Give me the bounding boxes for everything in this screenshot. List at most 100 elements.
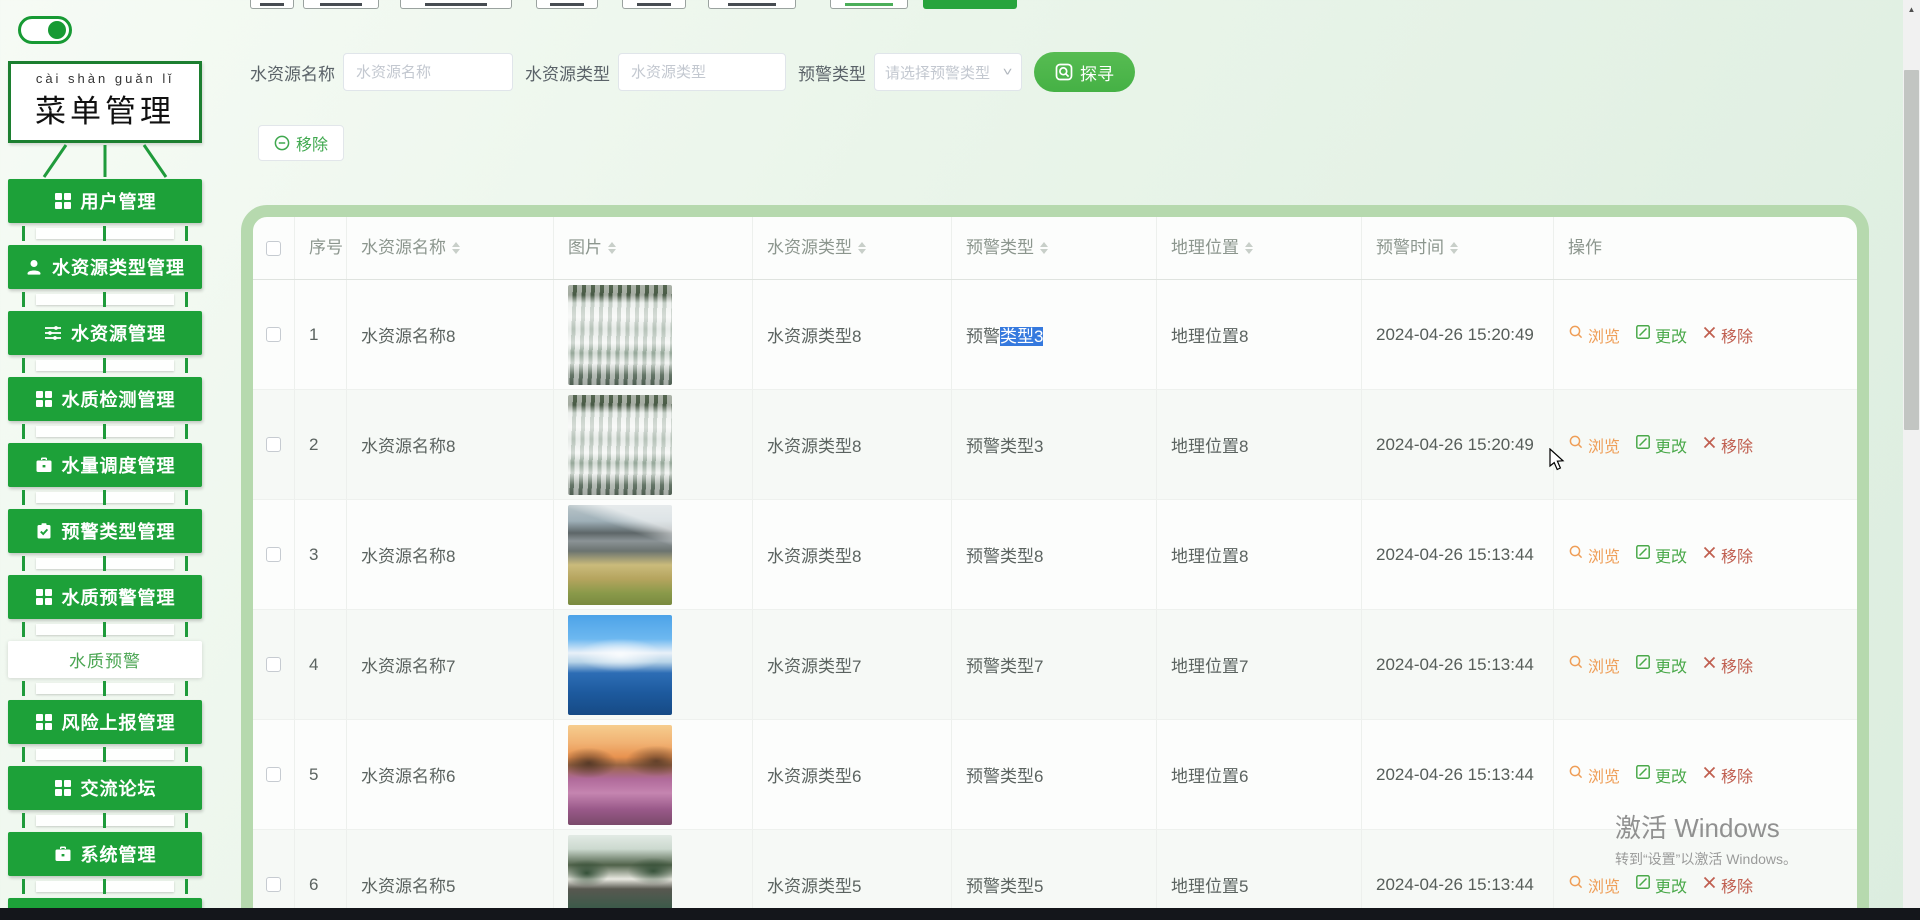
sort-icon[interactable] <box>608 242 616 254</box>
sidebar-item-label: 交流论坛 <box>80 779 157 799</box>
sunset-photo[interactable] <box>568 724 672 825</box>
sort-icon[interactable] <box>1040 242 1048 254</box>
sidebar-item-label: 水量调度管理 <box>61 456 176 476</box>
column-header-label: 预警时间 <box>1376 238 1444 258</box>
column-header[interactable]: 地理位置 <box>1157 217 1362 279</box>
batch-remove-button[interactable]: 移除 <box>258 125 345 161</box>
sidebar-item-7-active[interactable]: 水质预警 <box>8 641 202 678</box>
warning-type-select[interactable]: 请选择预警类型 ˅ <box>874 53 1022 91</box>
column-header[interactable]: 预警时间 <box>1362 217 1554 279</box>
search-button[interactable]: 探寻 <box>1034 52 1135 92</box>
sidebar-item-3[interactable]: 水质检测管理 <box>8 377 202 421</box>
sort-icon[interactable] <box>452 242 460 254</box>
warning-type-cell: 预警类型3 <box>966 437 1044 456</box>
column-header[interactable]: 预警类型 <box>952 217 1157 279</box>
row-number: 5 <box>309 764 319 784</box>
row-checkbox[interactable] <box>266 327 281 342</box>
sort-icon[interactable] <box>858 242 866 254</box>
search-button-label: 探寻 <box>1080 64 1114 84</box>
main-content: 水资源名称 水资源类型 预警类型 请选择预警类型 ˅ 探寻 移除 序号水资源名称… <box>210 0 1903 920</box>
close-icon <box>1702 435 1717 455</box>
vertical-scrollbar[interactable]: ▲ <box>1903 0 1920 920</box>
edit-icon <box>1635 764 1651 785</box>
view-link[interactable]: 浏览 <box>1568 873 1620 897</box>
sidebar-item-2[interactable]: 水资源管理 <box>8 311 202 355</box>
view-link[interactable]: 浏览 <box>1568 543 1620 567</box>
remove-link[interactable]: 移除 <box>1702 653 1753 677</box>
sort-icon[interactable] <box>1450 242 1458 254</box>
edit-link[interactable]: 更改 <box>1635 543 1687 567</box>
select-placeholder: 请选择预警类型 <box>885 64 991 82</box>
warning-time-cell: 2024-04-26 15:13:44 <box>1376 764 1534 784</box>
table-header-row: 序号 水资源名称 图片 水资源类型 预警类型 地理位置 预警时间 操作 <box>253 217 1857 280</box>
column-header[interactable]: 水资源名称 <box>347 217 554 279</box>
waterfall-photo[interactable] <box>568 284 672 385</box>
sidebar-item-1[interactable]: 水资源类型管理 <box>8 245 202 289</box>
data-table: 序号 水资源名称 图片 水资源类型 预警类型 地理位置 预警时间 操作 1 水资源名称8 水资源类… <box>241 205 1869 920</box>
view-link[interactable]: 浏览 <box>1568 763 1620 787</box>
sidebar-item-0[interactable]: 用户管理 <box>8 179 202 223</box>
sidebar-item-4[interactable]: 水量调度管理 <box>8 443 202 487</box>
sidebar-item-label: 水资源类型管理 <box>52 258 185 278</box>
mountain-photo[interactable] <box>568 504 672 605</box>
row-checkbox[interactable] <box>266 767 281 782</box>
row-checkbox[interactable] <box>266 657 281 672</box>
warning-time-cell: 2024-04-26 15:13:44 <box>1376 654 1534 674</box>
scroll-up-arrow-icon[interactable]: ▲ <box>1903 0 1920 18</box>
column-header-label: 地理位置 <box>1171 238 1239 258</box>
edit-icon <box>1635 544 1651 565</box>
view-icon <box>1568 874 1584 895</box>
water-type-input[interactable] <box>618 53 786 91</box>
edit-icon <box>1635 654 1651 675</box>
table-row-4: 4 水资源名称7 水资源类型7 预警类型7 地理位置7 2024-04-26 15:13:… <box>253 610 1857 720</box>
sidebar-item-label: 预警类型管理 <box>61 522 176 542</box>
warning-type-cell: 预警类型7 <box>966 657 1044 676</box>
location-cell: 地理位置8 <box>1171 437 1249 456</box>
water-name-cell: 水资源名称7 <box>361 657 456 676</box>
sidebar-item-8[interactable]: 风险上报管理 <box>8 700 202 744</box>
scrollbar-thumb[interactable] <box>1904 70 1919 430</box>
water-name-input[interactable] <box>343 53 513 91</box>
sidebar-item-6[interactable]: 水质预警管理 <box>8 575 202 619</box>
location-cell: 地理位置7 <box>1171 657 1249 676</box>
view-link[interactable]: 浏览 <box>1568 653 1620 677</box>
row-checkbox[interactable] <box>266 437 281 452</box>
select-all-checkbox[interactable] <box>266 240 281 256</box>
lake-photo[interactable] <box>568 614 672 715</box>
sidebar-toggle-switch[interactable] <box>18 16 72 44</box>
column-header[interactable]: 水资源类型 <box>753 217 952 279</box>
sidebar-item-5[interactable]: 预警类型管理 <box>8 509 202 553</box>
row-checkbox[interactable] <box>266 877 281 892</box>
view-link[interactable]: 浏览 <box>1568 323 1620 347</box>
sidebar-item-9[interactable]: 交流论坛 <box>8 766 202 810</box>
table-row-2: 2 水资源名称8 水资源类型8 预警类型3 地理位置8 2024-04-26 15:20:… <box>253 390 1857 500</box>
table-row-5: 5 水资源名称6 水资源类型6 预警类型6 地理位置6 2024-04-26 15:13:… <box>253 720 1857 830</box>
remove-link[interactable]: 移除 <box>1702 763 1753 787</box>
edit-icon <box>1635 434 1651 455</box>
sidebar-item-10[interactable]: 系统管理 <box>8 832 202 876</box>
sort-icon[interactable] <box>1245 242 1253 254</box>
column-header-label: 预警类型 <box>966 238 1034 258</box>
view-link[interactable]: 浏览 <box>1568 433 1620 457</box>
edit-link[interactable]: 更改 <box>1635 763 1687 787</box>
row-checkbox[interactable] <box>266 547 281 562</box>
menu-connector <box>8 744 202 766</box>
table-body: 1 水资源名称8 水资源类型8 预警类型3 地理位置8 2024-04-26 15:20:… <box>253 280 1857 920</box>
water-type-cell: 水资源类型6 <box>767 767 862 786</box>
menu-connector <box>8 553 202 575</box>
remove-link[interactable]: 移除 <box>1702 323 1753 347</box>
grid-icon <box>35 713 53 731</box>
column-header: 序号 <box>295 217 347 279</box>
remove-link[interactable]: 移除 <box>1702 433 1753 457</box>
close-icon <box>1702 875 1717 895</box>
waterfall-photo[interactable] <box>568 394 672 495</box>
remove-link[interactable]: 移除 <box>1702 543 1753 567</box>
column-header[interactable]: 图片 <box>554 217 753 279</box>
edit-link[interactable]: 更改 <box>1635 873 1687 897</box>
edit-link[interactable]: 更改 <box>1635 323 1687 347</box>
sidebar-item-label: 水质检测管理 <box>61 390 176 410</box>
edit-link[interactable]: 更改 <box>1635 433 1687 457</box>
remove-link[interactable]: 移除 <box>1702 873 1753 897</box>
chevron-down-icon: ˅ <box>1002 65 1013 79</box>
edit-link[interactable]: 更改 <box>1635 653 1687 677</box>
